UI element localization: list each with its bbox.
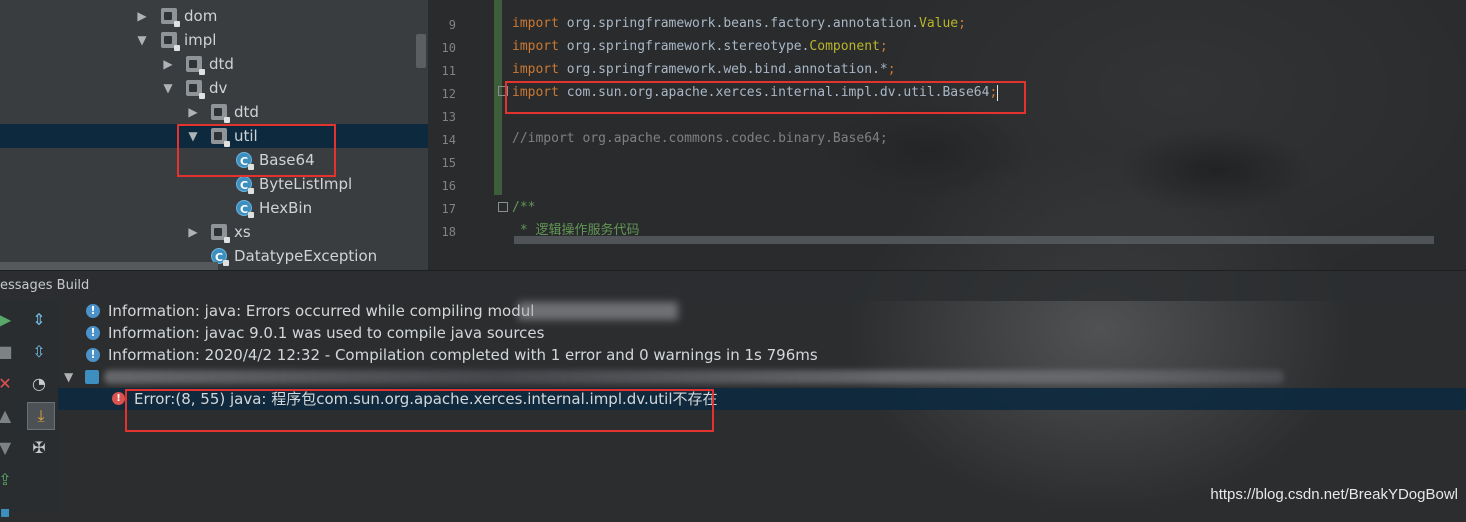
watermark: https://blog.csdn.net/BreakYDogBowl (1210, 486, 1458, 503)
class-icon (236, 174, 254, 198)
error-icon: ! (112, 392, 125, 405)
build-tool-window-header[interactable]: essages Build (0, 270, 1466, 301)
expand-arrow-icon[interactable]: ▶ (161, 52, 175, 76)
code-line-9: import org.springframework.beans.factory… (512, 13, 966, 35)
export-icon[interactable]: ⇪ (0, 468, 16, 490)
code-text: org.springframework.beans.factory.annota… (558, 16, 919, 31)
collapse-arrow-icon[interactable]: ▼ (64, 366, 73, 388)
info-icon: ! (86, 326, 100, 340)
annotation-name: Component (809, 39, 880, 54)
line-number: 9 (448, 18, 456, 32)
keyword: import (512, 62, 559, 77)
tree-item-label: HexBin (259, 199, 313, 217)
package-icon (161, 32, 180, 51)
tree-item-label: impl (184, 31, 217, 49)
collapse-all-icon[interactable]: ⇳ (28, 340, 50, 362)
line-number: 16 (441, 179, 456, 193)
line-number: 12 (441, 87, 456, 101)
tree-horizontal-scrollbar[interactable] (0, 262, 218, 270)
code-line-17: /** (512, 200, 536, 215)
expand-all-icon[interactable]: ⇕ (28, 308, 50, 330)
tree-item-label: dom (184, 7, 218, 25)
message-text: Information: java: Errors occurred while… (108, 302, 535, 320)
info-icon: ! (86, 348, 100, 362)
annotation-name: Value (919, 16, 959, 31)
stop-icon[interactable]: ■ (0, 340, 16, 362)
message-text: Information: javac 9.0.1 was used to com… (108, 324, 545, 342)
semicolon: ; (879, 39, 888, 54)
keyword: import (512, 39, 559, 54)
tree-item-label: DatatypeException (234, 247, 378, 265)
vcs-change-marker[interactable] (494, 0, 502, 195)
arrow-down-icon[interactable]: ▼ (0, 436, 16, 458)
build-tab-label[interactable]: essages Build (0, 278, 89, 293)
tree-item-xs[interactable]: ▶ xs (0, 220, 428, 244)
tree-item-label: dtd (209, 55, 234, 73)
info-icon: ! (86, 304, 100, 318)
line-number: 17 (441, 202, 456, 216)
tree-item-label: dv (209, 79, 228, 97)
download-icon[interactable]: ⤓ (27, 402, 55, 430)
message-text: Information: 2020/4/2 12:32 - Compilatio… (108, 346, 818, 364)
highlight-box-util (177, 124, 336, 177)
line-number: 11 (441, 64, 456, 78)
code-text: org.springframework.web.bind.annotation.… (558, 62, 888, 77)
arrow-up-icon[interactable]: ▲ (0, 404, 16, 426)
tree-item-impl[interactable]: ▼ impl (0, 28, 428, 52)
semicolon: ; (887, 62, 896, 77)
code-editor[interactable]: 9 10 11 12 13 14 15 16 17 18 import org.… (428, 0, 1466, 270)
tree-item-hexbin[interactable]: HexBin (0, 196, 428, 222)
clock-error-icon[interactable]: ◔ (28, 372, 50, 394)
package-icon (211, 104, 230, 123)
package-icon (211, 224, 230, 243)
tree-item-dom[interactable]: ▶ dom (0, 4, 428, 28)
highlight-box-error (125, 389, 714, 432)
code-line-14: //import org.apache.commons.codec.binary… (512, 131, 888, 146)
tree-item-dtd[interactable]: ▶ dtd (0, 52, 428, 76)
line-number: 13 (441, 110, 456, 124)
expand-arrow-icon[interactable]: ▶ (186, 220, 200, 244)
collapse-arrow-icon[interactable]: ▼ (161, 76, 175, 100)
tree-item-dv-dtd[interactable]: ▶ dtd (0, 100, 428, 124)
wrench-icon[interactable]: ✠ (28, 436, 50, 458)
pin-icon[interactable]: ▪ (0, 500, 16, 522)
package-icon (186, 56, 205, 75)
code-line-10: import org.springframework.stereotype.Co… (512, 36, 888, 58)
code-line-11: import org.springframework.web.bind.anno… (512, 59, 896, 81)
line-number: 15 (441, 156, 456, 170)
line-number: 14 (441, 133, 456, 147)
fold-icon[interactable] (498, 202, 508, 212)
redacted-file-path (104, 370, 1284, 384)
line-number: 10 (441, 41, 456, 55)
semicolon: ; (958, 16, 966, 31)
editor-horizontal-scrollbar[interactable] (514, 236, 1434, 244)
run-icon[interactable]: ▶ (0, 308, 16, 330)
close-icon[interactable]: ✕ (0, 372, 16, 394)
line-number: 18 (441, 225, 456, 239)
keyword: import (512, 16, 559, 31)
code-text: org.springframework.stereotype. (558, 39, 810, 54)
build-message-info[interactable]: ! Information: java: Errors occurred whi… (58, 300, 1466, 322)
collapse-arrow-icon[interactable]: ▼ (135, 28, 149, 52)
file-icon (85, 370, 99, 384)
build-toolbar: ▶ ■ ✕ ▲ ▼ ⇪ ▪ ⇕ ⇳ ◔ ⤓ ✠ (0, 300, 58, 521)
expand-arrow-icon[interactable]: ▶ (186, 100, 200, 124)
tree-item-label: xs (234, 223, 251, 241)
expand-arrow-icon[interactable]: ▶ (135, 4, 149, 28)
package-icon (186, 80, 205, 99)
tree-item-dv[interactable]: ▼ dv (0, 76, 428, 100)
build-message-info[interactable]: ! Information: javac 9.0.1 was used to c… (58, 322, 1466, 344)
build-file-node[interactable]: ▼ (58, 366, 1466, 388)
tree-item-label: dtd (234, 103, 259, 121)
editor-gutter: 9 10 11 12 13 14 15 16 17 18 (428, 0, 508, 270)
class-icon (236, 198, 254, 222)
redacted-region (518, 302, 678, 320)
highlight-box-import (505, 81, 1026, 114)
package-icon (161, 8, 180, 27)
build-message-info[interactable]: ! Information: 2020/4/2 12:32 - Compilat… (58, 344, 1466, 366)
tree-vertical-scrollbar[interactable] (416, 34, 426, 68)
